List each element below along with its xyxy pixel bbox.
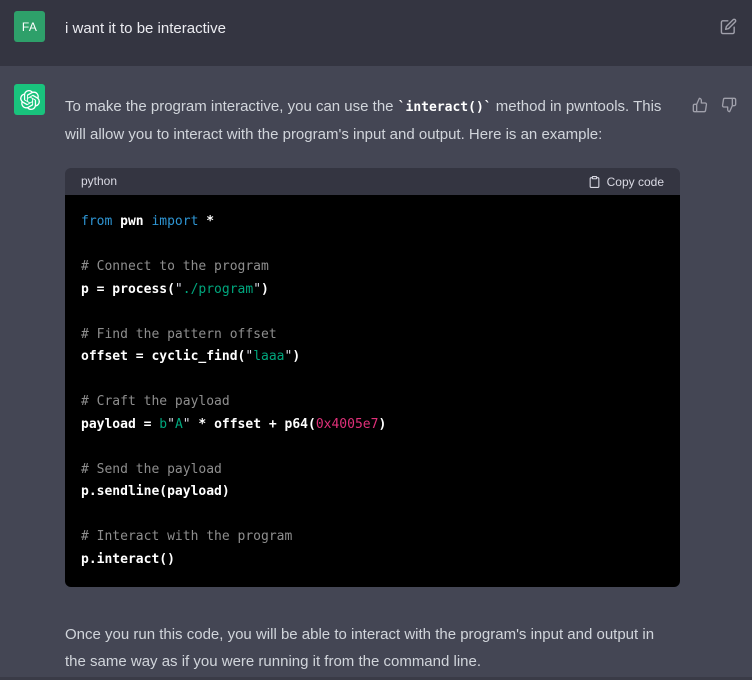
copy-code-button[interactable]: Copy code [588,175,664,189]
code-block: python Copy code from pwn import *# Conn… [65,168,680,587]
assistant-message-content: To make the program interactive, you can… [65,93,678,675]
clipboard-icon [588,175,601,189]
user-message-text: i want it to be interactive [65,19,706,39]
assistant-paragraph-intro: To make the program interactive, you can… [65,93,678,148]
edit-message-button[interactable] [720,18,737,35]
assistant-message-row: To make the program interactive, you can… [0,66,752,675]
assistant-avatar [14,84,45,115]
edit-pencil-square-icon [720,18,737,35]
user-message-row: FA i want it to be interactive [0,0,752,66]
chat-page: FA i want it to be interactive To make t… [0,0,752,680]
thumbs-down-icon [721,97,737,113]
thumbs-up-icon [692,97,708,113]
code-block-header: python Copy code [65,168,680,195]
intro-text-before: To make the program interactive, you can… [65,98,398,115]
code-content: from pwn import *# Connect to the progra… [65,195,680,587]
thumbs-up-button[interactable] [692,97,708,113]
assistant-paragraph-closing: Once you run this code, you will be able… [65,621,678,675]
user-avatar-initials: FA [22,20,37,34]
thumbs-down-button[interactable] [721,97,737,113]
feedback-buttons [692,97,737,113]
user-avatar: FA [14,11,45,42]
openai-logo-icon [20,90,40,110]
inline-code-interact: `interact()` [398,100,492,115]
code-language-label: python [81,168,117,195]
copy-code-label: Copy code [607,175,664,189]
